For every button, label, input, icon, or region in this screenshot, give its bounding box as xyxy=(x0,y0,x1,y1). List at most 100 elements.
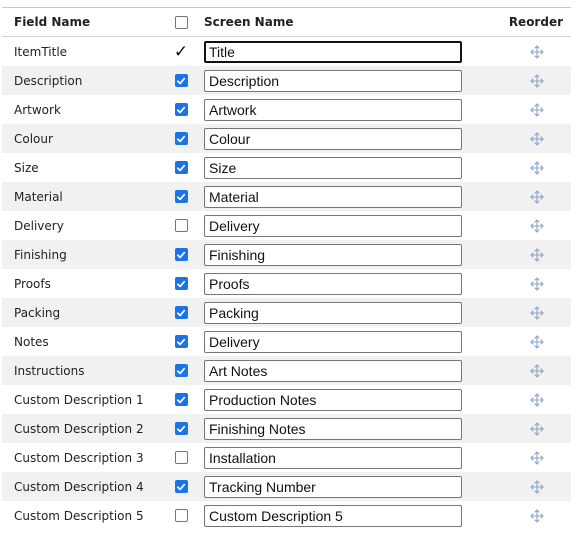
header-reorder: Reorder xyxy=(508,15,563,29)
move-icon[interactable] xyxy=(530,363,544,378)
screen-name-input[interactable]: Finishing Notes xyxy=(204,417,462,440)
row-visible-checkbox[interactable] xyxy=(173,392,189,408)
row-visible-checkbox[interactable] xyxy=(173,363,189,379)
move-icon[interactable] xyxy=(530,218,544,233)
reorder-handle[interactable] xyxy=(511,363,563,378)
row-visible-checkbox[interactable] xyxy=(173,131,189,147)
screen-name-input[interactable]: Size xyxy=(204,156,462,179)
reorder-handle[interactable] xyxy=(511,421,563,436)
row-visible-checkbox[interactable] xyxy=(173,102,189,118)
move-icon[interactable] xyxy=(530,392,544,407)
screen-name-cell: Custom Description 5 xyxy=(204,504,462,527)
field-name-label: Finishing xyxy=(14,247,67,262)
checkbox-box[interactable] xyxy=(174,480,188,493)
select-all-checkbox[interactable] xyxy=(173,14,189,30)
screen-name-input[interactable]: Description xyxy=(204,69,462,92)
field-name-label: Artwork xyxy=(14,102,61,117)
select-all-checkbox-box[interactable] xyxy=(174,15,188,29)
table-row: Colour Colour xyxy=(2,124,571,153)
row-visible-checkbox[interactable] xyxy=(173,334,189,350)
row-visible-checkbox[interactable] xyxy=(173,247,189,263)
field-name-label: Custom Description 3 xyxy=(14,450,144,465)
row-visible-checkbox[interactable] xyxy=(173,508,189,524)
row-visible-checkbox[interactable] xyxy=(173,160,189,176)
checkbox-box[interactable] xyxy=(174,103,188,116)
screen-name-input[interactable]: Tracking Number xyxy=(204,475,462,498)
checkbox-box[interactable] xyxy=(174,509,188,522)
checkbox-box[interactable] xyxy=(174,277,188,290)
move-icon[interactable] xyxy=(530,421,544,436)
screen-name-input[interactable]: Installation xyxy=(204,446,462,469)
reorder-handle[interactable] xyxy=(511,189,563,204)
move-icon[interactable] xyxy=(530,450,544,465)
move-icon[interactable] xyxy=(530,189,544,204)
screen-name-cell: Description xyxy=(204,69,462,92)
row-visible-checkbox[interactable] xyxy=(173,189,189,205)
move-icon[interactable] xyxy=(530,276,544,291)
screen-name-input[interactable]: Colour xyxy=(204,127,462,150)
checkbox-box[interactable] xyxy=(174,161,188,174)
screen-name-input[interactable]: Title xyxy=(204,40,462,63)
move-icon[interactable] xyxy=(530,73,544,88)
move-icon[interactable] xyxy=(530,479,544,494)
checkbox-box[interactable] xyxy=(174,190,188,203)
move-icon[interactable] xyxy=(530,247,544,262)
reorder-handle[interactable] xyxy=(511,160,563,175)
screen-name-input[interactable]: Art Notes xyxy=(204,359,462,382)
row-visible-checkbox[interactable] xyxy=(173,305,189,321)
checkbox-box[interactable] xyxy=(174,74,188,87)
screen-name-input[interactable]: Finishing xyxy=(204,243,462,266)
checkbox-box[interactable] xyxy=(174,219,188,232)
move-icon[interactable] xyxy=(530,44,544,59)
move-icon[interactable] xyxy=(530,305,544,320)
checkbox-box[interactable] xyxy=(174,393,188,406)
reorder-handle[interactable] xyxy=(511,276,563,291)
row-visible-checkbox[interactable] xyxy=(173,450,189,466)
reorder-handle[interactable] xyxy=(511,508,563,523)
table-row: Delivery Delivery xyxy=(2,211,571,240)
screen-name-cell: Tracking Number xyxy=(204,475,462,498)
screen-name-input[interactable]: Production Notes xyxy=(204,388,462,411)
row-visible-checkbox[interactable] xyxy=(173,421,189,437)
row-visible-checkbox[interactable] xyxy=(173,218,189,234)
screen-name-input[interactable]: Artwork xyxy=(204,98,462,121)
reorder-handle[interactable] xyxy=(511,102,563,117)
checkbox-box[interactable] xyxy=(174,364,188,377)
reorder-handle[interactable] xyxy=(511,247,563,262)
screen-name-cell: Proofs xyxy=(204,272,462,295)
table-row: Instructions Art Notes xyxy=(2,356,571,385)
reorder-handle[interactable] xyxy=(511,73,563,88)
reorder-handle[interactable] xyxy=(511,131,563,146)
move-icon[interactable] xyxy=(530,160,544,175)
checkbox-box[interactable] xyxy=(174,248,188,261)
screen-name-input[interactable]: Proofs xyxy=(204,272,462,295)
row-visible-checkbox[interactable] xyxy=(173,73,189,89)
move-icon[interactable] xyxy=(530,102,544,117)
move-icon[interactable] xyxy=(530,508,544,523)
reorder-handle[interactable] xyxy=(511,450,563,465)
screen-name-input[interactable]: Delivery xyxy=(204,330,462,353)
checkbox-box[interactable] xyxy=(174,306,188,319)
screen-name-input[interactable]: Delivery xyxy=(204,214,462,237)
checkbox-box[interactable] xyxy=(174,335,188,348)
screen-name-input[interactable]: Packing xyxy=(204,301,462,324)
field-name-label: Material xyxy=(14,189,63,204)
reorder-handle[interactable] xyxy=(511,392,563,407)
checkbox-box[interactable] xyxy=(174,422,188,435)
row-visible-checkbox[interactable] xyxy=(173,479,189,495)
screen-name-input[interactable]: Custom Description 5 xyxy=(204,504,462,527)
reorder-handle[interactable] xyxy=(511,479,563,494)
reorder-handle[interactable] xyxy=(511,305,563,320)
move-icon[interactable] xyxy=(530,334,544,349)
screen-name-cell: Installation xyxy=(204,446,462,469)
reorder-handle[interactable] xyxy=(511,334,563,349)
screen-name-input[interactable]: Material xyxy=(204,185,462,208)
row-visible-checkbox[interactable] xyxy=(173,276,189,292)
field-mapping-grid: Field Name Screen Name Reorder ItemTitle… xyxy=(2,7,571,530)
reorder-handle[interactable] xyxy=(511,44,563,59)
move-icon[interactable] xyxy=(530,131,544,146)
checkbox-box[interactable] xyxy=(174,451,188,464)
reorder-handle[interactable] xyxy=(511,218,563,233)
checkbox-box[interactable] xyxy=(174,132,188,145)
table-row: Proofs Proofs xyxy=(2,269,571,298)
